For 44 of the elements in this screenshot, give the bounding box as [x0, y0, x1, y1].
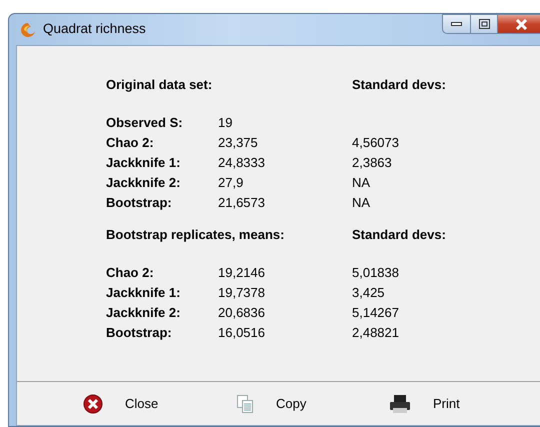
value-text: 23,375 [218, 134, 259, 152]
row-label: Jackknife 1: [106, 154, 182, 172]
value-text: 21,6573 [218, 194, 266, 212]
value-text: 16,0516 [218, 324, 266, 342]
column-heading: Standard devs: [352, 76, 447, 94]
section-heading: Original data set: [106, 76, 214, 94]
copy-button[interactable]: Copy [236, 394, 389, 414]
copy-icon [236, 394, 254, 414]
value-text: 19,7378 [218, 284, 266, 302]
value-text: 24,8333 [218, 154, 266, 172]
std-dev-text: 5,01838 [352, 264, 400, 282]
std-dev-text: 2,48821 [352, 324, 400, 342]
std-dev-text: NA [352, 174, 372, 192]
close-button[interactable]: Close [83, 394, 236, 414]
maximize-button[interactable] [471, 14, 498, 34]
minimize-button[interactable] [442, 14, 471, 34]
maximize-icon [478, 19, 490, 29]
section-heading: Bootstrap replicates, means: [106, 226, 286, 244]
row-label: Jackknife 2: [106, 174, 182, 192]
row-label: Chao 2: [106, 134, 155, 152]
value-text: 19,2146 [218, 264, 266, 282]
value-text: 19 [218, 114, 234, 132]
row-label: Observed S: [106, 114, 184, 132]
row-label: Bootstrap: [106, 324, 173, 342]
value-text: 27,9 [218, 174, 244, 192]
row-label: Jackknife 1: [106, 284, 182, 302]
close-window-button[interactable] [498, 14, 540, 34]
row-label: Chao 2: [106, 264, 155, 282]
std-dev-text: NA [352, 194, 372, 212]
close-icon [83, 394, 103, 414]
std-dev-text: 2,3863 [352, 154, 393, 172]
close-icon [514, 18, 528, 30]
print-button[interactable]: Print [389, 394, 540, 414]
std-dev-text: 3,425 [352, 284, 386, 302]
window-title: Quadrat richness [43, 20, 146, 38]
std-dev-text: 5,14267 [352, 304, 400, 322]
minimize-icon [451, 22, 462, 26]
row-label: Jackknife 2: [106, 304, 182, 322]
app-icon [19, 22, 37, 38]
value-text: 20,6836 [218, 304, 266, 322]
row-label: Bootstrap: [106, 194, 173, 212]
printer-icon [389, 394, 411, 414]
std-dev-text: 4,56073 [352, 134, 400, 152]
column-heading: Standard devs: [352, 226, 447, 244]
